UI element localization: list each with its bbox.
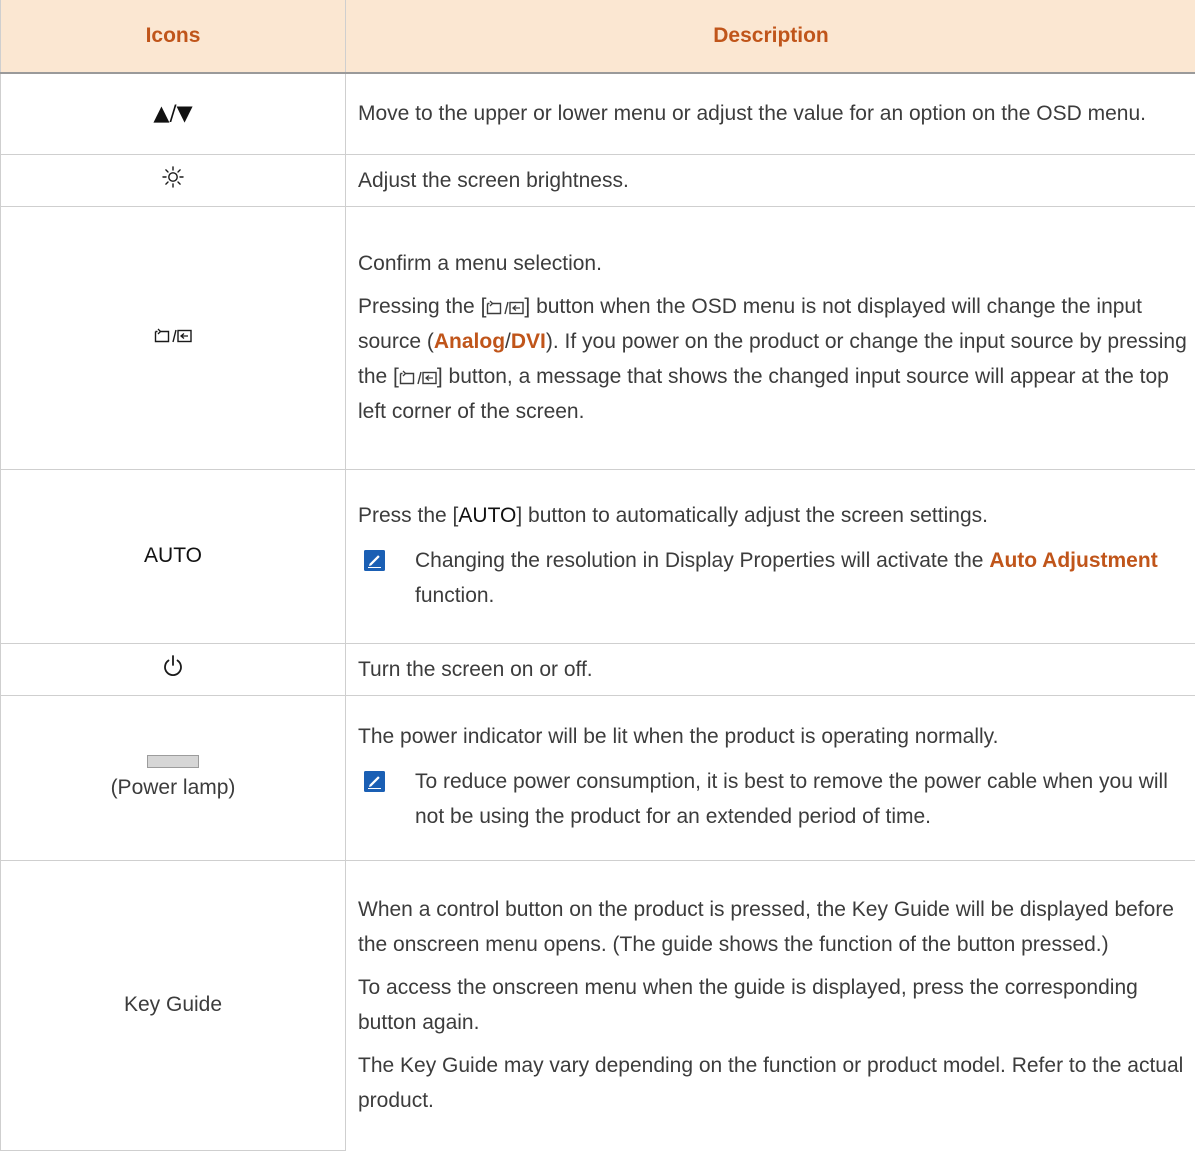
- description-text: Move to the upper or lower menu or adjus…: [358, 102, 1146, 126]
- note-text: To reduce power consumption, it is best …: [415, 770, 1168, 828]
- description-text: To access the onscreen menu when the gui…: [358, 976, 1138, 1035]
- icon-cell: [0, 643, 346, 696]
- icon-cell: [0, 154, 346, 207]
- description-cell: When a control button on the product is …: [345, 860, 1195, 1150]
- description-cell: Adjust the screen brightness.: [345, 154, 1195, 207]
- menu-source-icon: [154, 328, 192, 342]
- description-text: The power indicator will be lit when the…: [358, 725, 999, 748]
- power-icon: [164, 655, 182, 677]
- description-text: The Key Guide may vary depending on the …: [358, 1054, 1184, 1113]
- description-text: When a control button on the product is …: [358, 898, 1174, 957]
- note-pencil-icon: [364, 549, 385, 571]
- icon-description-table: Icons Description ▲/▼ Move to the upper …: [0, 0, 1195, 1151]
- power-lamp-label: (Power lamp): [110, 776, 236, 799]
- table-row: ▲/▼ Move to the upper or lower menu or a…: [0, 73, 1195, 155]
- menu-source-icon: [487, 300, 525, 315]
- description-text: Turn the screen on or off.: [358, 657, 593, 681]
- description-cell: Move to the upper or lower menu or adjus…: [345, 73, 1195, 155]
- table-row: Key Guide When a control button on the p…: [0, 860, 1195, 1151]
- note: To reduce power consumption, it is best …: [358, 762, 1188, 844]
- power-lamp-icon: [147, 755, 199, 768]
- header-icons: Icons: [0, 0, 346, 74]
- table-row: AUTO Press the [AUTO] button to automati…: [0, 469, 1195, 644]
- header-description: Description: [345, 0, 1195, 74]
- description-text: Adjust the screen brightness.: [358, 168, 629, 192]
- brightness-icon: [162, 166, 184, 188]
- description-cell: Confirm a menu selection. Pressing the […: [345, 206, 1195, 470]
- description-cell: Press the [AUTO] button to automatically…: [345, 469, 1195, 644]
- description-text: Confirm a menu selection.: [358, 252, 602, 275]
- table-header-row: Icons Description: [0, 0, 1195, 74]
- description-cell: The power indicator will be lit when the…: [345, 695, 1195, 861]
- auto-adjustment-label: Auto Adjustment: [989, 548, 1158, 572]
- note: Changing the resolution in Display Prope…: [358, 541, 1188, 623]
- table-row: Confirm a menu selection. Pressing the […: [0, 206, 1195, 470]
- note-pencil-icon: [364, 771, 385, 792]
- table-row: Turn the screen on or off.: [0, 643, 1195, 696]
- icon-cell: AUTO: [0, 469, 346, 644]
- up-down-arrows-icon: ▲/▼: [153, 101, 193, 126]
- icon-cell: (Power lamp): [0, 695, 346, 861]
- auto-button-label: AUTO: [144, 544, 202, 567]
- table-row: (Power lamp) The power indicator will be…: [0, 695, 1195, 861]
- description-text: Pressing the [] button when the OSD menu…: [358, 295, 1187, 423]
- dvi-label: DVI: [510, 330, 546, 353]
- menu-source-icon: [399, 370, 437, 385]
- key-guide-label: Key Guide: [123, 993, 223, 1016]
- icon-cell: [0, 206, 346, 470]
- icon-cell: Key Guide: [0, 860, 346, 1151]
- icon-cell: ▲/▼: [0, 73, 346, 155]
- note-text: Changing the resolution in Display Prope…: [415, 548, 1158, 607]
- description-cell: Turn the screen on or off.: [345, 643, 1195, 696]
- table-row: Adjust the screen brightness.: [0, 154, 1195, 207]
- description-text: Press the [AUTO] button to automatically…: [358, 503, 988, 527]
- analog-label: Analog: [433, 330, 506, 353]
